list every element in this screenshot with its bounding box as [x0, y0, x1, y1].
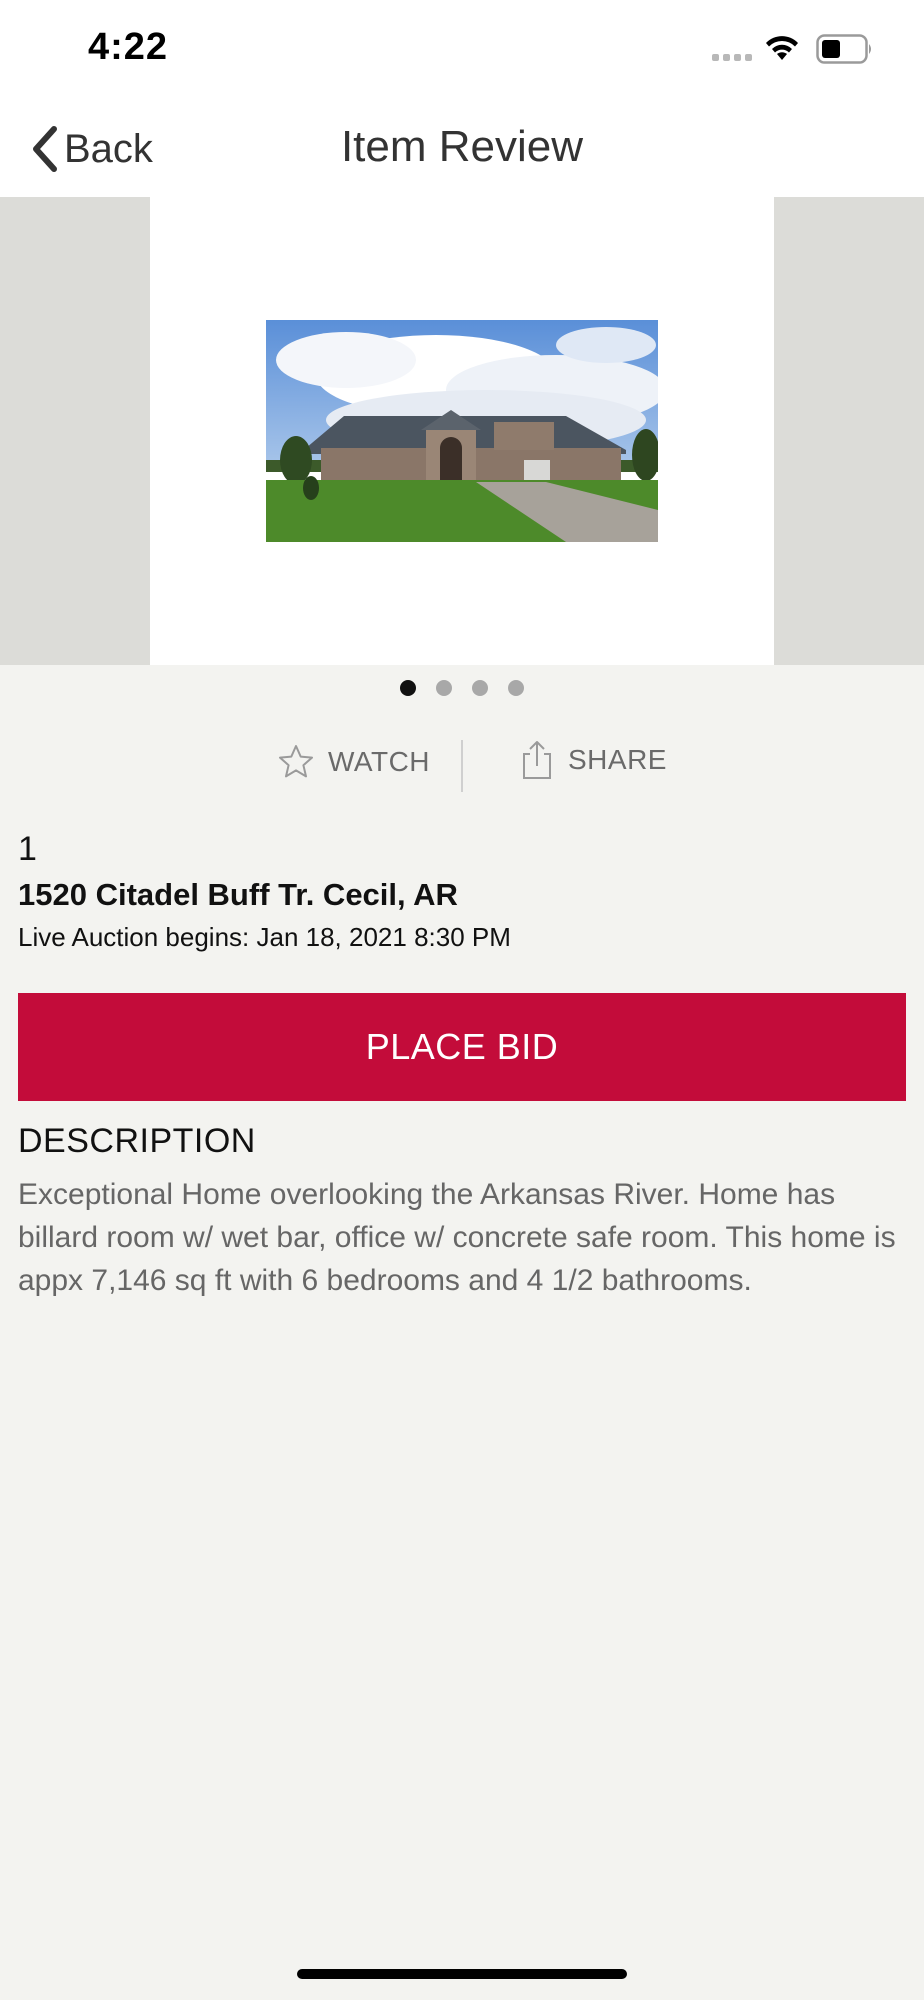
status-bar: 4:22 — [0, 0, 924, 100]
share-icon — [523, 741, 551, 779]
place-bid-button[interactable]: PLACE BID — [18, 993, 906, 1101]
navigation-bar: Back Item Review — [0, 100, 924, 197]
share-label: SHARE — [568, 744, 667, 775]
page-dot[interactable] — [508, 680, 524, 696]
wifi-icon — [766, 36, 798, 60]
house-photo — [266, 320, 658, 542]
star-icon — [279, 745, 313, 778]
image-carousel[interactable] — [0, 197, 924, 665]
home-indicator[interactable] — [297, 1969, 627, 1979]
share-button[interactable]: SHARE — [520, 740, 667, 780]
watch-label: WATCH — [328, 746, 431, 777]
cellular-icon — [712, 54, 752, 61]
watch-button[interactable]: WATCH — [278, 744, 430, 780]
page-dot-active[interactable] — [400, 680, 416, 696]
battery-icon — [816, 34, 871, 64]
lot-number: 1 — [18, 830, 37, 868]
carousel-slide[interactable] — [150, 197, 774, 665]
auction-start-time: Live Auction begins: Jan 18, 2021 8:30 P… — [18, 922, 511, 952]
description-body: Exceptional Home overlooking the Arkansa… — [18, 1178, 896, 1297]
page-dot[interactable] — [472, 680, 488, 696]
page-title: Item Review — [340, 122, 584, 171]
page-indicator[interactable] — [0, 680, 924, 696]
status-time: 4:22 — [88, 26, 169, 68]
item-title: 1520 Citadel Buff Tr. Cecil, AR — [18, 877, 458, 912]
action-bar: WATCH SHARE — [0, 740, 924, 792]
page-dot[interactable] — [436, 680, 452, 696]
description-heading: DESCRIPTION — [18, 1122, 256, 1160]
divider — [461, 740, 463, 792]
